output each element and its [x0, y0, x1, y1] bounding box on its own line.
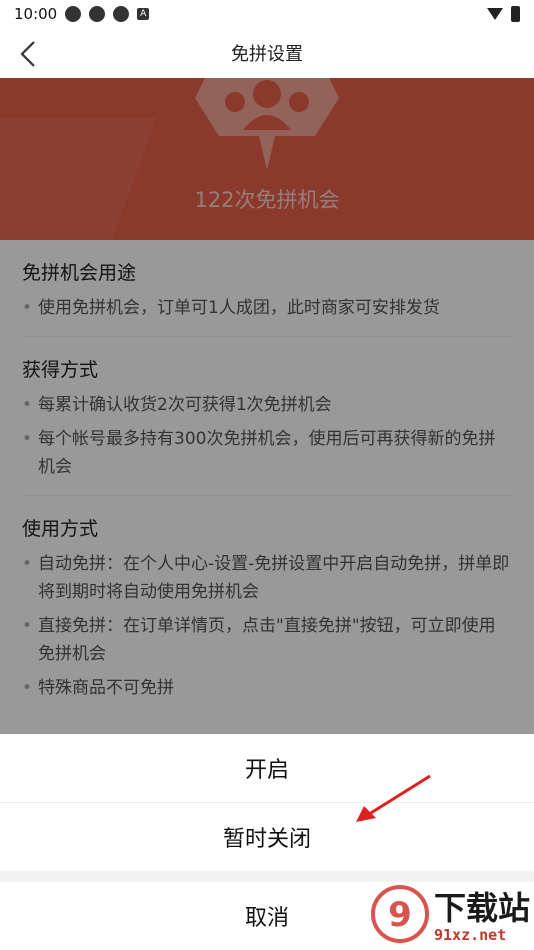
nav-bar: 免拼设置: [0, 28, 534, 78]
status-notification-icons: A: [65, 6, 150, 22]
watermark-logo-icon: 9: [370, 884, 430, 944]
battery-icon: [511, 6, 520, 22]
site-watermark: 9 下载站 91xz.net: [364, 878, 534, 950]
watermark-logo-text: 9: [388, 895, 412, 935]
modal-overlay[interactable]: [0, 78, 534, 734]
watermark-text: 下载站 91xz.net: [434, 890, 530, 944]
pause-button[interactable]: 暂时关闭: [0, 802, 534, 871]
status-left: 10:00 A: [14, 5, 150, 23]
status-right: [487, 6, 520, 22]
page-title: 免拼设置: [231, 44, 303, 65]
annotation-arrow-icon: [356, 774, 431, 822]
enable-button[interactable]: 开启: [0, 734, 534, 802]
gear-icon: [89, 6, 106, 22]
wifi-icon: [487, 8, 503, 20]
gear-icon: [65, 6, 82, 22]
back-button[interactable]: [8, 34, 48, 74]
watermark-url: 91xz.net: [434, 926, 507, 944]
watermark-title: 下载站: [434, 889, 531, 927]
a-icon: A: [137, 8, 150, 20]
gear-icon: [113, 6, 130, 22]
status-bar: 10:00 A: [0, 0, 534, 28]
status-time: 10:00: [14, 5, 58, 23]
chevron-left-icon: [20, 41, 35, 67]
